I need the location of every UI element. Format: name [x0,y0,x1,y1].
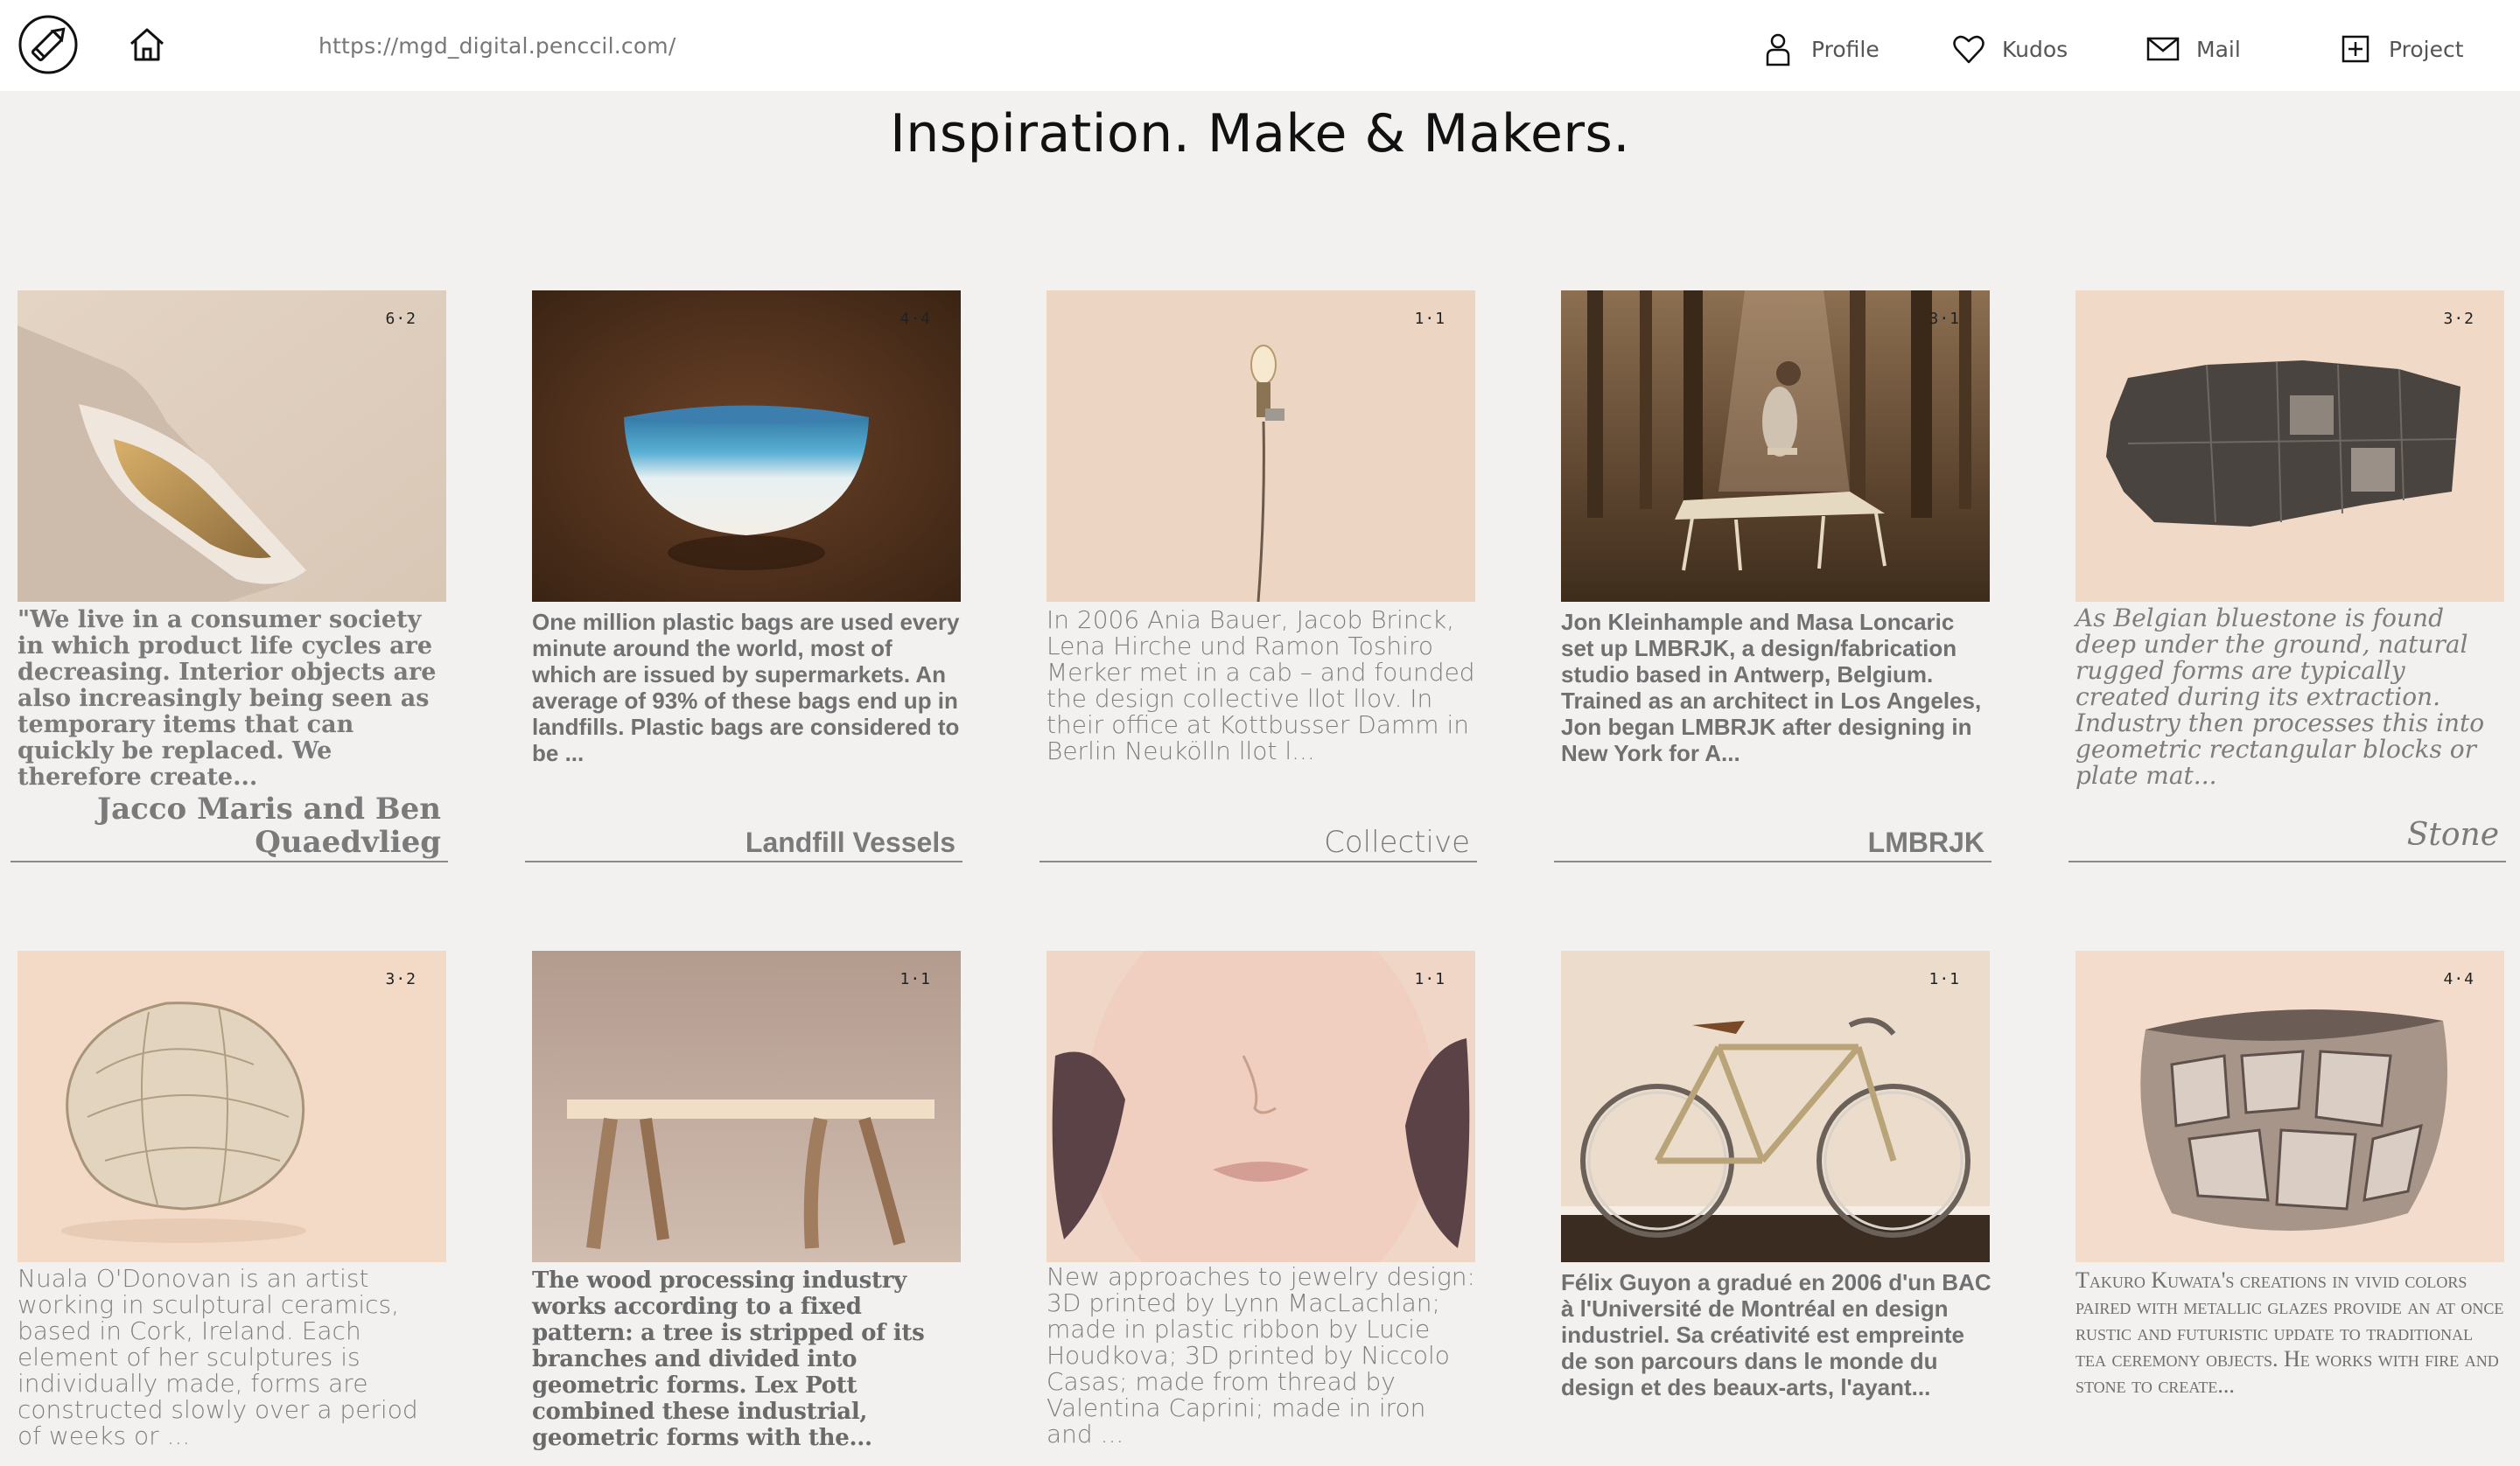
card-image-bicycle[interactable]: 1·1 [1561,951,1990,1262]
aspect-ratio-label: 3·1 [1928,310,1960,328]
card-description: The wood processing industry works accor… [532,1267,925,1451]
home-icon[interactable] [128,26,166,63]
top-bar: https://mgd_digital.penccil.com/ Profile… [0,0,2520,91]
card-image-bluestone[interactable]: 3·2 [2076,290,2504,602]
card-title[interactable]: LMBRJK [1573,826,1984,859]
card-image-metal-bowl[interactable]: 4·4 [2076,951,2504,1262]
nav-profile-label: Profile [1811,36,1880,62]
card-description: Takuro Kuwata's creations in vivid color… [2076,1267,2504,1398]
card-description: In 2006 Ania Bauer, Jacob Brinck, Lena H… [1046,605,1475,765]
nav-project[interactable]: Project [2338,23,2464,75]
nav-kudos-label: Kudos [2002,36,2068,62]
card-image-forest[interactable]: 3·1 [1561,290,1990,602]
card-title[interactable]: Jacco Maris and Ben Quaedvlieg [30,792,441,859]
card-description: Nuala O'Donovan is an artist working in … [18,1264,418,1450]
nav-project-label: Project [2389,36,2464,62]
card-divider [1040,861,1477,862]
card-divider [525,861,962,862]
mail-icon [2146,37,2180,61]
card-image-bowl[interactable]: 4·4 [532,290,961,602]
user-icon [1766,33,1790,66]
nav-profile[interactable]: Profile [1760,23,1880,75]
heart-icon [1953,35,1984,64]
aspect-ratio-label: 1·1 [900,970,931,988]
card-divider [10,861,448,862]
page-title: Inspiration. Make & Makers. [890,103,1630,164]
plus-square-icon [2342,35,2370,63]
card-description: Jon Kleinhample and Masa Loncaric set up… [1561,609,1982,766]
card-image-face[interactable]: 1·1 [1046,951,1475,1262]
card-description: "We live in a consumer society in which … [18,606,437,791]
aspect-ratio-label: 4·4 [900,310,931,328]
aspect-ratio-label: 1·1 [1414,310,1446,328]
card-image-table[interactable]: 1·1 [532,951,961,1262]
card-title[interactable]: Stone [2088,819,2499,852]
card-title[interactable]: Collective [1059,826,1470,859]
aspect-ratio-label: 6·2 [385,310,416,328]
card-description: Félix Guyon a gradué en 2006 d'un BAC à … [1561,1269,1992,1400]
card-image-bulb[interactable]: 1·1 [1046,290,1475,602]
card-title[interactable]: Landfill Vessels [544,826,956,859]
aspect-ratio-label: 4·4 [2443,970,2474,988]
card-image-lamp[interactable]: 6·2 [18,290,446,602]
aspect-ratio-label: 3·2 [2443,310,2474,328]
card-description: New approaches to jewelry design: 3D pri… [1046,1262,1475,1449]
nav-mail-label: Mail [2196,36,2241,62]
card-divider [2068,861,2506,862]
aspect-ratio-label: 1·1 [1928,970,1960,988]
site-url: https://mgd_digital.penccil.com/ [318,33,676,59]
aspect-ratio-label: 1·1 [1414,970,1446,988]
card-divider [1554,861,1992,862]
card-description: As Belgian bluestone is found deep under… [2076,604,2485,790]
card-description: One million plastic bags are used every … [532,609,960,766]
card-image-ceramic[interactable]: 3·2 [18,951,446,1262]
pencil-logo-icon[interactable] [18,14,79,75]
nav-kudos[interactable]: Kudos [1951,23,2068,75]
nav-mail[interactable]: Mail [2146,23,2241,75]
aspect-ratio-label: 3·2 [385,970,416,988]
